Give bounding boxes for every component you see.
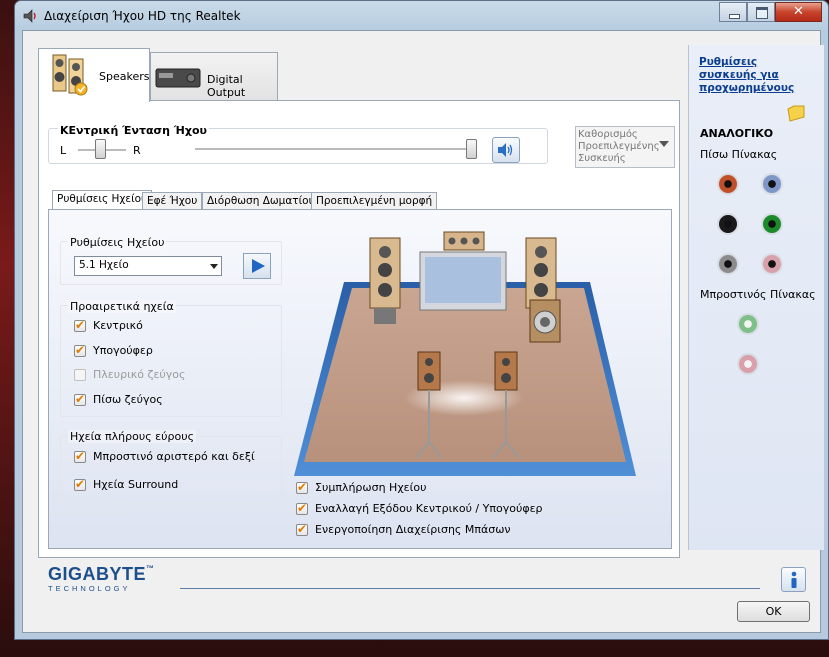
speaker-config-select[interactable]: 5.1 Ηχείο: [74, 256, 222, 276]
front-jack-1[interactable]: [737, 313, 759, 335]
maximize-button[interactable]: [747, 2, 775, 22]
fullrange-checkbox-2[interactable]: [74, 477, 86, 491]
speaker-option-label-3: Ενεργοποίηση Διαχείρισης Μπάσων: [315, 523, 511, 536]
back-jack-6[interactable]: [761, 253, 783, 275]
tab-room-correction-label: Διόρθωση Δωματίου: [207, 195, 315, 207]
front-jack-2[interactable]: [737, 353, 759, 375]
optional-speaker-checkbox-1[interactable]: [74, 318, 86, 332]
minimize-icon: [729, 14, 740, 19]
balance-left-label: L: [60, 144, 67, 157]
optional-speaker-checkbox-2[interactable]: [74, 343, 86, 357]
close-icon: ✕: [793, 4, 804, 19]
balance-slider-thumb[interactable]: [94, 139, 106, 159]
tab-default-format[interactable]: Προεπιλεγμένη μορφή: [311, 192, 438, 210]
tab-room-correction[interactable]: Διόρθωση Δωματίου: [202, 192, 320, 210]
speaker-app-icon: [23, 9, 36, 23]
analog-label: ΑΝΑΛΟΓΙΚΟ: [700, 127, 774, 140]
back-jack-5[interactable]: [717, 253, 739, 275]
fullrange-checkbox-1[interactable]: [74, 449, 86, 463]
ok-button[interactable]: OK: [737, 601, 810, 622]
tab-speaker-config[interactable]: Ρυθμίσεις Ηχείου: [52, 190, 153, 211]
speaker-option-label-1: Συμπλήρωση Ηχείου: [315, 481, 427, 494]
optional-speaker-label-2: Υπογούφερ: [93, 343, 153, 357]
optional-speaker-label-4: Πίσω ζεύγος: [93, 392, 163, 406]
play-icon: [252, 259, 265, 273]
chevron-down-icon: [210, 264, 218, 269]
tab-sound-effects[interactable]: Εφέ Ήχου: [142, 192, 203, 210]
speaker-option-label-2: Εναλλαγή Εξόδου Κεντρικού / Υπογούφερ: [315, 502, 543, 515]
volume-track: [195, 148, 477, 150]
fullrange-group: [60, 436, 282, 504]
speaker-option-checkbox-1[interactable]: [296, 480, 308, 494]
front-panel-label: Μπροστινός Πίνακας: [700, 288, 816, 301]
mute-button[interactable]: [492, 137, 520, 163]
brand-subtitle: TECHNOLOGY: [48, 584, 131, 593]
speaker-option-checkbox-3[interactable]: [296, 522, 308, 536]
speaker-config-title: Ρυθμίσεις Ηχείου: [68, 236, 167, 249]
info-button[interactable]: [781, 567, 806, 592]
folder-icon[interactable]: [786, 103, 806, 123]
main-volume-title: ΚΕντρική Ένταση Ήχου: [58, 124, 209, 137]
window-title: Διαχείριση Ήχου HD της Realtek: [44, 9, 241, 23]
speaker-option-checkbox-2[interactable]: [296, 501, 308, 515]
speaker-room-diagram: [294, 231, 636, 476]
optional-speaker-label-3: Πλευρικό ζεύγος: [93, 368, 186, 381]
tab-default-format-label: Προεπιλεγμένη μορφή: [316, 195, 433, 207]
back-jack-1[interactable]: [717, 173, 739, 195]
brand-logo: GIGABYTE™: [48, 564, 155, 585]
tab-speaker-config-label: Ρυθμίσεις Ηχείου: [57, 193, 148, 205]
default-device-button[interactable]: Καθορισμός Προεπιλεγμένης Συσκευής: [575, 126, 675, 168]
back-jack-3[interactable]: [717, 213, 739, 235]
brand-name: GIGABYTE: [48, 564, 147, 584]
optional-speaker-label-1: Κεντρικό: [93, 319, 143, 332]
brand-tm: ™: [146, 564, 155, 573]
tab-digital-output-label: Digital Output: [207, 73, 246, 99]
info-icon: [791, 571, 797, 588]
fullrange-label-1: Μπροστινό αριστερό και δεξί: [93, 450, 255, 463]
tab-digital-output[interactable]: Digital Output: [150, 52, 278, 100]
volume-slider-thumb[interactable]: [466, 139, 477, 159]
tab-sound-effects-label: Εφέ Ήχου: [147, 195, 198, 207]
minimize-button[interactable]: [719, 2, 747, 22]
play-test-button[interactable]: [243, 253, 271, 279]
speaker-volume-icon: [498, 143, 513, 157]
back-jack-2[interactable]: [761, 173, 783, 195]
optional-speaker-checkbox-3: [74, 369, 86, 381]
footer-divider: [180, 588, 760, 589]
default-device-label: Καθορισμός Προεπιλεγμένης Συσκευής: [578, 129, 660, 164]
fullrange-title: Ηχεία πλήρους εύρους: [68, 430, 197, 443]
optional-speakers-title: Προαιρετικά ηχεία: [68, 300, 176, 313]
back-panel-label: Πίσω Πίνακας: [700, 148, 778, 161]
speakers-icon: [52, 54, 88, 96]
advanced-settings-link[interactable]: Ρυθμίσεις συσκευής για προχωρημένους: [699, 56, 811, 95]
digital-output-icon: [155, 68, 201, 88]
fullrange-label-2: Ηχεία Surround: [93, 478, 179, 491]
dropdown-arrow-icon: [659, 141, 669, 147]
maximize-icon: [756, 7, 768, 19]
speaker-config-selected: 5.1 Ηχείο: [79, 259, 129, 271]
balance-right-label: R: [133, 144, 141, 157]
back-jack-4[interactable]: [761, 213, 783, 235]
optional-speaker-checkbox-4[interactable]: [74, 392, 86, 406]
close-button[interactable]: ✕: [775, 2, 822, 22]
tab-speakers-label: Speakers: [99, 70, 150, 83]
tab-speakers[interactable]: Speakers: [38, 48, 150, 102]
